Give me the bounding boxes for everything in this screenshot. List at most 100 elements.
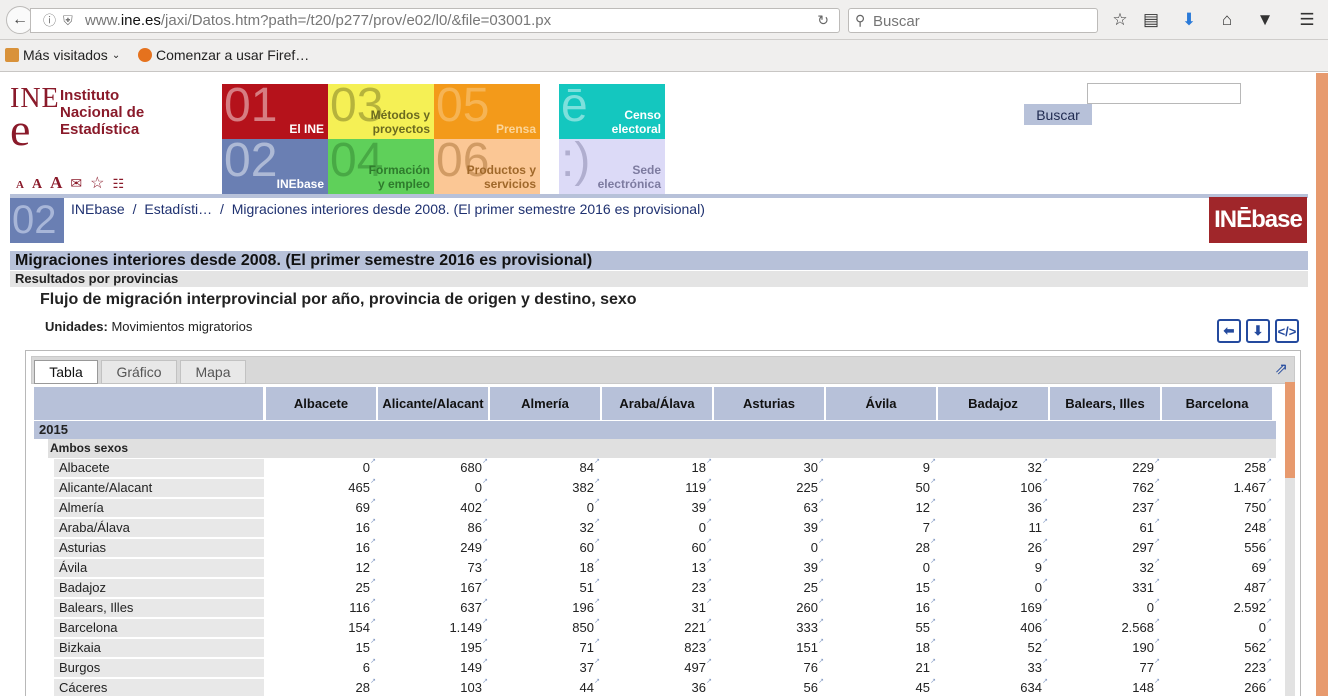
tile-metodos-proyectos[interactable]: 03 Métodos y proyectos [328, 84, 434, 139]
table-cell[interactable]: 0 [938, 573, 1048, 597]
table-cell[interactable]: 562 [1162, 633, 1272, 657]
site-search-button[interactable]: Buscar [1024, 104, 1092, 125]
table-cell[interactable]: 52 [938, 633, 1048, 657]
tile-inebase[interactable]: 02 INEbase [222, 139, 328, 194]
table-cell[interactable]: 0 [602, 513, 712, 537]
table-cell[interactable]: 1.149 [378, 613, 488, 637]
table-cell[interactable]: 382 [490, 473, 600, 497]
row-label[interactable]: Balears, Illes [54, 599, 264, 617]
column-header[interactable]: Ávila [826, 387, 936, 420]
table-cell[interactable]: 154 [266, 613, 376, 637]
embed-code-button[interactable]: </> [1275, 319, 1299, 343]
table-cell[interactable]: 25 [266, 573, 376, 597]
table-cell[interactable]: 169 [938, 593, 1048, 617]
table-cell[interactable]: 6 [266, 653, 376, 677]
row-label[interactable]: Barcelona [54, 619, 264, 637]
inebase-logo[interactable]: INĒbase [1209, 197, 1307, 243]
table-cell[interactable]: 119 [602, 473, 712, 497]
table-cell[interactable]: 25 [714, 573, 824, 597]
table-cell[interactable]: 63 [714, 493, 824, 517]
table-cell[interactable]: 248 [1162, 513, 1272, 537]
table-cell[interactable]: 45 [826, 673, 936, 696]
star-icon[interactable]: ☆ [1109, 9, 1131, 31]
table-cell[interactable]: 221 [602, 613, 712, 637]
table-cell[interactable]: 18 [490, 553, 600, 577]
table-cell[interactable]: 637 [378, 593, 488, 617]
table-cell[interactable]: 33 [938, 653, 1048, 677]
table-cell[interactable]: 0 [1050, 593, 1160, 617]
table-cell[interactable]: 331 [1050, 573, 1160, 597]
table-cell[interactable]: 487 [1162, 573, 1272, 597]
table-cell[interactable]: 2.568 [1050, 613, 1160, 637]
ine-logo-text[interactable]: Instituto Nacional de Estadística [60, 87, 144, 138]
table-cell[interactable]: 762 [1050, 473, 1160, 497]
table-cell[interactable]: 9 [938, 553, 1048, 577]
breadcrumb-inebase[interactable]: INEbase [71, 201, 125, 217]
table-cell[interactable]: 556 [1162, 533, 1272, 557]
star-icon[interactable]: ☆ [90, 173, 104, 193]
table-cell[interactable]: 71 [490, 633, 600, 657]
row-label[interactable]: Cáceres [54, 679, 264, 696]
column-header[interactable]: Alicante/Alacant [378, 387, 488, 420]
table-cell[interactable]: 406 [938, 613, 1048, 637]
back-button[interactable]: ⬅ [1217, 319, 1241, 343]
table-cell[interactable]: 333 [714, 613, 824, 637]
tile-formacion-empleo[interactable]: 04 Formación y empleo [328, 139, 434, 194]
column-header[interactable]: Araba/Álava [602, 387, 712, 420]
tile-el-ine[interactable]: 01 El INE [222, 84, 328, 139]
browser-search-input[interactable] [873, 11, 1093, 31]
reading-list-icon[interactable]: ▤ [1140, 9, 1162, 31]
column-header[interactable]: Asturias [714, 387, 824, 420]
table-cell[interactable]: 249 [378, 533, 488, 557]
table-cell[interactable]: 237 [1050, 493, 1160, 517]
tab-mapa[interactable]: Mapa [180, 360, 246, 384]
font-large-button[interactable]: A [50, 173, 62, 193]
table-cell[interactable]: 0 [266, 453, 376, 477]
table-cell[interactable]: 32 [490, 513, 600, 537]
table-cell[interactable]: 297 [1050, 533, 1160, 557]
table-cell[interactable]: 0 [490, 493, 600, 517]
table-cell[interactable]: 51 [490, 573, 600, 597]
tile-prensa[interactable]: 05 Prensa [434, 84, 540, 139]
table-cell[interactable]: 18 [602, 453, 712, 477]
row-label[interactable]: Bizkaia [54, 639, 264, 657]
row-label[interactable]: Araba/Álava [54, 519, 264, 537]
table-cell[interactable]: 60 [602, 533, 712, 557]
table-cell[interactable]: 12 [826, 493, 936, 517]
table-cell[interactable]: 2.592 [1162, 593, 1272, 617]
table-cell[interactable]: 1.467 [1162, 473, 1272, 497]
table-cell[interactable]: 750 [1162, 493, 1272, 517]
table-cell[interactable]: 680 [378, 453, 488, 477]
table-cell[interactable]: 402 [378, 493, 488, 517]
browser-search-bar[interactable]: ⚲ [848, 8, 1098, 33]
table-cell[interactable]: 60 [490, 533, 600, 557]
table-cell[interactable]: 149 [378, 653, 488, 677]
table-cell[interactable]: 11 [938, 513, 1049, 537]
table-cell[interactable]: 106 [938, 473, 1048, 497]
table-cell[interactable]: 148 [1050, 673, 1160, 696]
table-cell[interactable]: 36 [602, 673, 712, 696]
table-cell[interactable]: 15 [826, 573, 936, 597]
row-label[interactable]: Ávila [54, 559, 264, 577]
table-cell[interactable]: 497 [602, 653, 712, 677]
row-label[interactable]: Albacete [54, 459, 264, 477]
column-header[interactable]: Balears, Illes [1050, 387, 1160, 420]
row-label[interactable]: Almería [54, 499, 264, 517]
table-cell[interactable]: 260 [714, 593, 824, 617]
table-cell[interactable]: 32 [938, 453, 1048, 477]
url-bar[interactable]: ⓘ ⛨ www.ine.es/jaxi/Datos.htm?path=/t20/… [30, 8, 840, 33]
page-scrollbar-track[interactable] [1316, 73, 1328, 696]
tile-censo-electoral[interactable]: ē Censo electoral [559, 84, 665, 139]
table-cell[interactable]: 0 [714, 533, 824, 557]
table-cell[interactable]: 18 [826, 633, 936, 657]
table-cell[interactable]: 39 [714, 513, 824, 537]
table-cell[interactable]: 465 [266, 473, 376, 497]
table-cell[interactable]: 258 [1162, 453, 1272, 477]
font-small-button[interactable]: A [16, 179, 24, 191]
table-cell[interactable]: 823 [602, 633, 712, 657]
bookmark-getting-started[interactable]: Comenzar a usar Firef… [138, 47, 309, 63]
sitemap-icon[interactable]: ☷ [112, 176, 124, 192]
table-cell[interactable]: 30 [714, 453, 824, 477]
table-cell[interactable]: 9 [826, 453, 936, 477]
table-cell[interactable]: 69 [1162, 553, 1272, 577]
